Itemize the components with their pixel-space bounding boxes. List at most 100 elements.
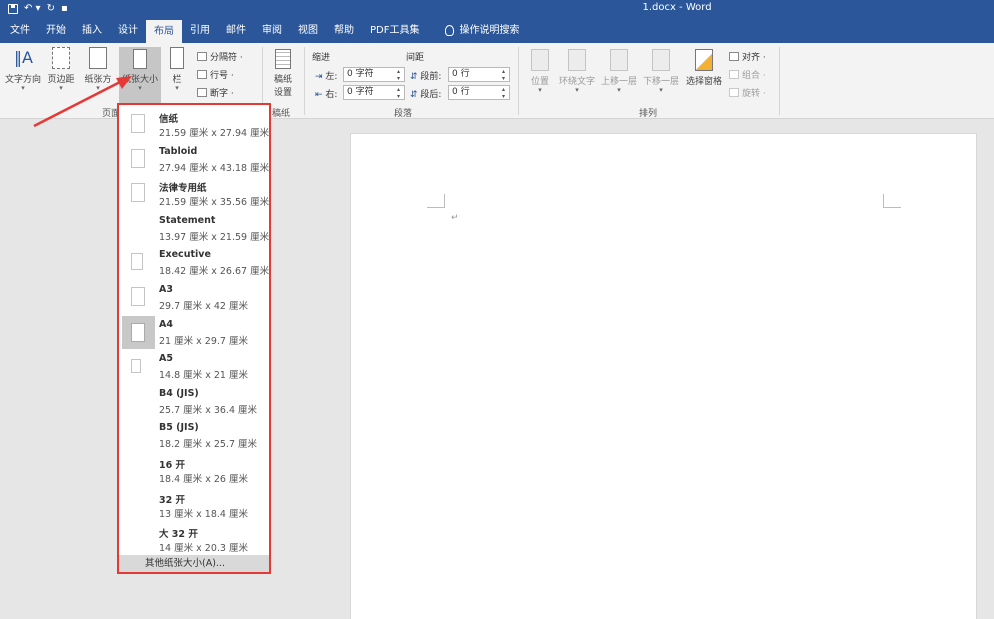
paper-size-dims: 21 厘米 x 29.7 厘米 bbox=[159, 335, 248, 347]
manuscript-icon bbox=[275, 49, 291, 69]
margin-corner-marker bbox=[427, 194, 445, 208]
tab-pdf-tools[interactable]: PDF工具集 bbox=[362, 18, 427, 43]
paper-size-item-executive[interactable]: Executive 18.42 厘米 x 26.67 厘米 bbox=[119, 246, 269, 281]
paper-size-name: 大 32 开 bbox=[159, 529, 198, 541]
indent-right-input[interactable]: 0 字符 bbox=[343, 85, 405, 100]
line-numbers-button[interactable]: 行号 · bbox=[197, 68, 234, 81]
group-divider bbox=[779, 47, 780, 115]
tab-help[interactable]: 帮助 bbox=[326, 18, 362, 43]
manuscript-label-2: 设置 bbox=[273, 88, 292, 98]
page-icon bbox=[131, 286, 145, 306]
position-icon bbox=[531, 49, 549, 71]
align-icon bbox=[729, 52, 739, 61]
tab-insert[interactable]: 插入 bbox=[74, 18, 110, 43]
paper-size-item-a5[interactable]: A5 14.8 厘米 x 21 厘米 bbox=[119, 350, 269, 385]
indent-left-icon: ⇥ bbox=[315, 72, 323, 82]
tab-view[interactable]: 视图 bbox=[290, 18, 326, 43]
tab-file[interactable]: 文件 bbox=[2, 18, 38, 43]
paper-size-dims: 18.42 厘米 x 26.67 厘米 bbox=[159, 266, 270, 278]
paper-size-dims: 21.59 厘米 x 35.56 厘米 bbox=[159, 197, 270, 209]
align-button[interactable]: 对齐 · bbox=[729, 50, 766, 63]
page-icon bbox=[131, 114, 145, 133]
page-icon bbox=[131, 359, 141, 374]
columns-icon bbox=[170, 47, 184, 69]
paper-size-item-legal[interactable]: 法律专用纸 21.59 厘米 x 35.56 厘米 bbox=[119, 177, 269, 212]
bring-forward-button[interactable]: 上移一层 ▾ bbox=[599, 49, 639, 101]
align-label: 对齐 · bbox=[742, 53, 766, 63]
paper-size-name: 信纸 bbox=[159, 114, 179, 125]
tab-references[interactable]: 引用 bbox=[182, 18, 218, 43]
tab-mailings[interactable]: 邮件 bbox=[218, 18, 254, 43]
spacing-before-label: ⇵ 段前: bbox=[410, 72, 442, 82]
manuscript-label-1: 稿纸 bbox=[273, 75, 292, 85]
paper-size-item-letter[interactable]: 信纸 21.59 厘米 x 27.94 厘米 bbox=[119, 108, 269, 143]
selection-pane-label: 选择窗格 bbox=[685, 77, 722, 87]
page-icon bbox=[131, 322, 145, 342]
group-label-manuscript: 稿纸 bbox=[272, 109, 291, 119]
paper-size-dims: 27.94 厘米 x 43.18 厘米 bbox=[159, 162, 270, 174]
margins-button[interactable]: 页边距 ▾ bbox=[45, 47, 77, 103]
paper-size-name: 法律专用纸 bbox=[159, 183, 207, 195]
rotate-label: 旋转 · bbox=[742, 89, 766, 99]
tell-me-search[interactable]: 操作说明搜索 bbox=[437, 18, 527, 43]
tab-layout[interactable]: 布局 bbox=[146, 20, 182, 43]
paper-size-name: B5 (JIS) bbox=[159, 422, 199, 434]
paper-size-item-a3[interactable]: A3 29.7 厘米 x 42 厘米 bbox=[119, 281, 269, 316]
spacing-before-icon: ⇵ bbox=[410, 72, 418, 82]
paper-size-item-statement[interactable]: Statement 13.97 厘米 x 21.59 厘米 bbox=[119, 212, 269, 247]
paper-size-dims: 13.97 厘米 x 21.59 厘米 bbox=[159, 231, 270, 243]
tab-design[interactable]: 设计 bbox=[110, 18, 146, 43]
send-backward-icon bbox=[652, 49, 670, 71]
paper-size-button[interactable]: 纸张大小 ▾ bbox=[119, 47, 161, 103]
lightbulb-icon bbox=[445, 25, 455, 36]
paper-size-name: B4 (JIS) bbox=[159, 387, 199, 399]
paper-size-list: 信纸 21.59 厘米 x 27.94 厘米 Tabloid 27.94 厘米 … bbox=[119, 108, 269, 558]
paper-size-item-b5-jis[interactable]: B5 (JIS) 18.2 厘米 x 25.7 厘米 bbox=[119, 419, 269, 454]
group-divider bbox=[304, 47, 305, 115]
margin-corner-marker bbox=[883, 194, 901, 208]
tab-review[interactable]: 审阅 bbox=[254, 18, 290, 43]
margins-icon bbox=[52, 47, 70, 69]
bring-forward-icon bbox=[610, 49, 628, 71]
breaks-button[interactable]: 分隔符 · bbox=[197, 50, 243, 63]
paper-size-item-tabloid[interactable]: Tabloid 27.94 厘米 x 43.18 厘米 bbox=[119, 143, 269, 178]
spacing-after-input[interactable]: 0 行 bbox=[448, 85, 510, 100]
group-button[interactable]: 组合 · bbox=[729, 68, 766, 81]
paper-size-item-16k[interactable]: 16 开 18.4 厘米 x 26 厘米 bbox=[119, 454, 269, 489]
paper-size-item-32k[interactable]: 32 开 13 厘米 x 18.4 厘米 bbox=[119, 489, 269, 524]
indent-right-label: ⇤ 右: bbox=[315, 90, 338, 100]
hyphenation-button[interactable]: 断字 · bbox=[197, 86, 234, 99]
wrap-text-button[interactable]: 环绕文字 ▾ bbox=[557, 49, 597, 101]
text-direction-icon: ‖A bbox=[14, 48, 33, 67]
manuscript-settings-button[interactable]: 稿纸 设置 bbox=[268, 49, 298, 101]
indent-left-input[interactable]: 0 字符 bbox=[343, 67, 405, 82]
paper-size-item-a4[interactable]: A4 21 厘米 x 29.7 厘米 bbox=[119, 315, 269, 351]
spacing-after-label: ⇵ 段后: bbox=[410, 90, 442, 100]
position-button[interactable]: 位置 ▾ bbox=[526, 49, 554, 101]
columns-button[interactable]: 栏 ▾ bbox=[164, 47, 190, 103]
indent-right-icon: ⇤ bbox=[315, 90, 323, 100]
paper-size-dims: 13 厘米 x 18.4 厘米 bbox=[159, 508, 248, 520]
paper-size-item-big-32k[interactable]: 大 32 开 14 厘米 x 20.3 厘米 bbox=[119, 523, 269, 558]
orientation-button[interactable]: 纸张方 ▾ bbox=[78, 47, 118, 103]
paper-size-name: Tabloid bbox=[159, 145, 198, 157]
line-numbers-label: 行号 · bbox=[210, 71, 234, 81]
spacing-after-icon: ⇵ bbox=[410, 90, 418, 100]
selection-highlight bbox=[122, 315, 155, 349]
more-paper-sizes-button[interactable]: 其他纸张大小(A)... bbox=[119, 555, 269, 572]
paper-size-name: 32 开 bbox=[159, 494, 186, 506]
spacing-before-input[interactable]: 0 行 bbox=[448, 67, 510, 82]
paper-size-dims: 14 厘米 x 20.3 厘米 bbox=[159, 543, 248, 555]
hyphenation-icon bbox=[197, 88, 207, 97]
tab-home[interactable]: 开始 bbox=[38, 18, 74, 43]
spacing-heading: 间距 bbox=[406, 53, 425, 63]
send-backward-button[interactable]: 下移一层 ▾ bbox=[641, 49, 681, 101]
paper-size-dims: 25.7 厘米 x 36.4 厘米 bbox=[159, 404, 258, 416]
document-page[interactable]: ↵ bbox=[350, 133, 977, 619]
paper-size-item-b4-jis[interactable]: B4 (JIS) 25.7 厘米 x 36.4 厘米 bbox=[119, 385, 269, 420]
paper-size-name: A4 bbox=[159, 318, 173, 330]
text-direction-button[interactable]: ‖A 文字方向 ▾ bbox=[3, 47, 43, 103]
selection-pane-button[interactable]: 选择窗格 bbox=[684, 49, 724, 101]
rotate-button[interactable]: 旋转 · bbox=[729, 86, 766, 99]
paper-size-name: A3 bbox=[159, 283, 173, 295]
